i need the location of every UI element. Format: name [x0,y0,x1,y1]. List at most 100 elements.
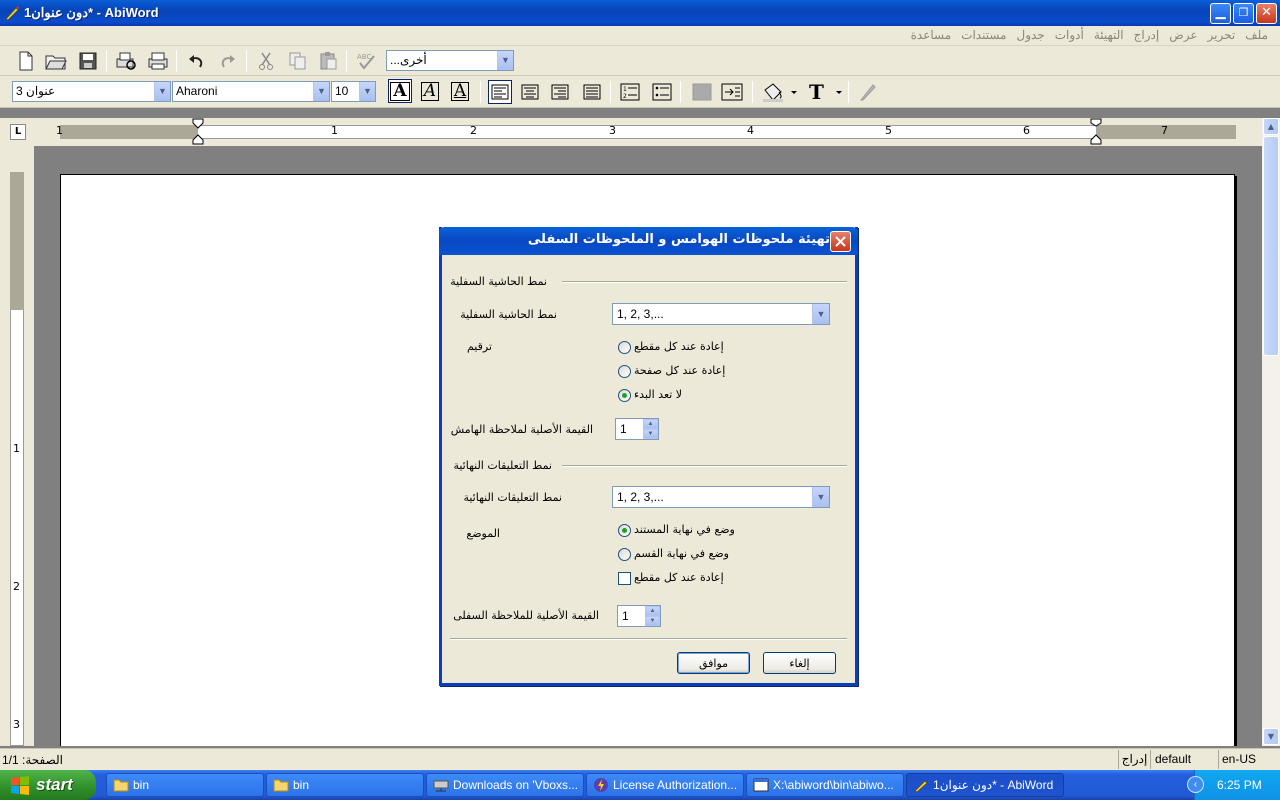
undo-button[interactable] [184,49,208,73]
start-button[interactable]: start [0,770,96,800]
highlight-color-button[interactable] [760,80,798,104]
footnote-style-arrow[interactable]: ▼ [812,304,829,324]
menu-list: ملف تحرير عرض إدراج التهيئة أدوات جدول م… [911,28,1268,42]
align-right-button[interactable] [548,80,572,104]
outdent-button[interactable] [690,80,714,104]
radio-end-of-document[interactable] [618,524,631,537]
menu-format[interactable]: التهيئة [1094,28,1124,42]
task-explorer-abiword[interactable]: X:\abiword\bin\abiwo... [746,773,904,797]
spin-down-button[interactable]: ▼ [643,429,658,439]
menu-table[interactable]: جدول [1016,28,1044,42]
footnote-initial-value: 1 [620,422,627,436]
close-button[interactable]: ✕ [1256,3,1277,24]
radio-end-of-section[interactable] [618,548,631,561]
footnote-initial-spinner[interactable]: 1 ▲ ▼ [615,418,659,440]
copy-button[interactable] [286,49,310,73]
endnote-style-combo[interactable]: 1, 2, 3,... ▼ [612,486,830,508]
paste-button[interactable] [316,49,340,73]
restart-each-section-label[interactable]: إعادة عند كل مقطع [634,571,724,584]
bullet-list-button[interactable] [650,80,674,104]
style-combo[interactable]: أخرى... ▼ [386,50,514,71]
menu-view[interactable]: عرض [1169,28,1197,42]
restart-each-section-checkbox[interactable] [618,572,631,585]
task-bin-1[interactable]: bin [106,773,264,797]
spin-down-button[interactable]: ▼ [645,616,660,626]
cut-button[interactable] [254,49,278,73]
footnote-style-value: 1, 2, 3,... [617,307,664,321]
task-label: License Authorization... [613,778,738,792]
left-indent-handle[interactable] [192,118,204,146]
task-bin-2[interactable]: bin [266,773,424,797]
radio-restart-page-label[interactable]: إعادة عند كل صفحة [634,364,725,377]
dialog-title-bar[interactable]: تهيئة ملحوظات الهوامس و الملحوظات السفلى [439,227,858,255]
align-justify-icon [583,84,601,100]
ruler-label: 1 [13,442,20,455]
italic-button[interactable]: A [418,79,442,103]
radio-dont-restart-label[interactable]: لا تعد البدء [634,388,682,401]
spellcheck-button[interactable]: ABC [356,49,380,73]
menu-tools[interactable]: أدوات [1055,28,1084,42]
dialog-close-button[interactable] [830,231,851,252]
endnote-style-arrow[interactable]: ▼ [812,487,829,507]
tab-stop-selector[interactable]: L [10,124,26,140]
radio-restart-section[interactable] [618,341,631,354]
underline-button[interactable]: A [448,79,472,103]
printer-icon [148,52,168,70]
paragraph-style-combo[interactable]: عنوان 3 ▼ [12,81,171,102]
radio-end-of-document-label[interactable]: وضع في نهاية المستند [634,523,735,536]
radio-dont-restart[interactable] [618,389,631,402]
radio-end-of-section-label[interactable]: وضع في نهاية القسم [634,547,729,560]
right-indent-handle[interactable] [1090,118,1102,146]
font-name-combo[interactable]: Aharoni ▼ [172,81,330,102]
vertical-ruler[interactable]: 1 2 3 [0,146,34,746]
style-combo-arrow[interactable]: ▼ [497,51,513,70]
scroll-thumb[interactable] [1263,136,1279,356]
paragraph-style-arrow[interactable]: ▼ [154,82,170,101]
menu-edit[interactable]: تحرير [1208,28,1236,42]
endnote-initial-spinner[interactable]: 1 ▲ ▼ [617,605,661,627]
redo-button[interactable] [216,49,240,73]
bold-button[interactable]: A [388,79,412,103]
format-painter-button[interactable] [856,80,880,104]
menu-documents[interactable]: مستندات [961,28,1006,42]
new-document-button[interactable] [14,49,38,73]
task-abiword-active[interactable]: دون عنوان1* - AbiWord [906,773,1064,797]
save-button[interactable] [76,49,100,73]
horizontal-ruler[interactable]: L 1 1 2 3 4 5 6 7 [0,118,1262,146]
vruler-top-margin [10,172,24,310]
font-name-arrow[interactable]: ▼ [313,82,329,101]
title-bar[interactable]: دون عنوان1* - AbiWord ▁ ❐ ✕ [0,0,1280,26]
cancel-button[interactable]: إلغاء [763,652,836,674]
radio-restart-section-label[interactable]: إعادة عند كل مقطع [634,340,724,353]
open-button[interactable] [44,49,68,73]
separator [752,81,753,103]
ruler-track [60,125,1236,139]
align-left-button[interactable] [488,80,512,104]
radio-restart-page[interactable] [618,365,631,378]
text-color-button[interactable]: T [806,80,844,104]
scroll-down-button[interactable]: ▼ [1263,728,1279,745]
print-button[interactable] [146,49,170,73]
maximize-button[interactable]: ❐ [1233,3,1254,24]
menu-help[interactable]: مساعدة [911,28,952,42]
numbered-list-button[interactable]: 12 [618,80,642,104]
footnote-style-combo[interactable]: 1, 2, 3,... ▼ [612,303,830,325]
menu-file[interactable]: ملف [1245,28,1268,42]
align-center-button[interactable] [518,80,542,104]
minimize-button[interactable]: ▁ [1210,3,1231,24]
justify-button[interactable] [580,80,604,104]
tray-expand-button[interactable]: ‹ [1187,776,1204,793]
font-size-value: 10 [335,84,349,98]
print-preview-button[interactable] [114,49,138,73]
font-size-arrow[interactable]: ▼ [359,82,375,101]
ok-button[interactable]: موافق [677,652,750,674]
vertical-scrollbar[interactable]: ▲ ▼ [1262,118,1280,746]
font-size-combo[interactable]: 10 ▼ [331,81,376,102]
print-preview-icon [116,52,136,70]
chevron-left-icon: ‹ [1193,779,1198,790]
indent-button[interactable] [720,80,744,104]
task-downloads[interactable]: Downloads on 'Vboxs... [426,773,584,797]
menu-insert[interactable]: إدراج [1134,28,1160,42]
scroll-up-button[interactable]: ▲ [1263,118,1279,135]
task-license[interactable]: License Authorization... [586,773,744,797]
